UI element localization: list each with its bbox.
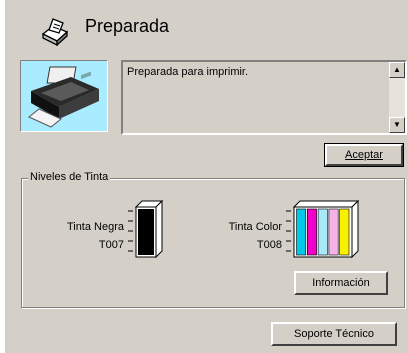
printer-image	[20, 60, 108, 132]
black-ink-gauge	[128, 199, 164, 259]
information-button[interactable]: Información	[294, 271, 388, 295]
black-ink-label: Tinta Negra T007	[66, 221, 124, 251]
status-message: Preparada para imprimir.	[127, 66, 249, 78]
status-monitor-dialog: Preparada Preparada para imprimir. ▲ ▼ A…	[4, 0, 408, 353]
ink-level-yellow	[339, 208, 350, 256]
accept-button[interactable]: Aceptar	[324, 143, 404, 167]
printer-icon	[41, 18, 69, 46]
ink-levels-label: Niveles de Tinta	[28, 171, 111, 183]
ink-levels-group: Niveles de Tinta Tinta Negra T007 Tinta …	[21, 171, 405, 308]
color-ink-gauge	[286, 199, 360, 259]
ink-level-magenta	[306, 208, 317, 256]
technical-support-button[interactable]: Soporte Técnico	[271, 322, 397, 346]
black-ink-level	[138, 209, 154, 255]
ink-level-cyan	[296, 208, 307, 256]
status-title: Preparada	[85, 16, 170, 36]
message-scrollbar[interactable]: ▲ ▼	[389, 62, 405, 133]
ink-level-light-magenta	[328, 208, 339, 256]
scroll-up-button[interactable]: ▲	[389, 62, 405, 78]
ink-level-light-cyan	[317, 208, 328, 256]
scroll-down-button[interactable]: ▼	[389, 117, 405, 133]
status-message-box: Preparada para imprimir. ▲ ▼	[121, 60, 407, 135]
color-ink-label: Tinta Color T008	[228, 221, 282, 251]
